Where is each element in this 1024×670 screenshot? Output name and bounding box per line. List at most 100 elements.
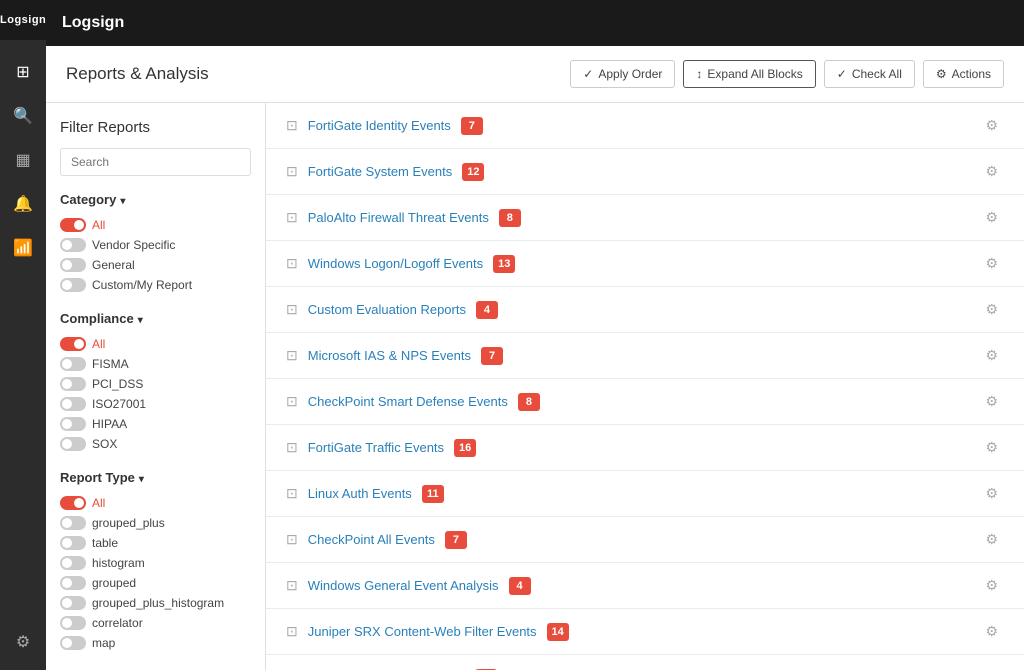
report-count-badge: 13	[493, 255, 515, 273]
report-count-badge: 4	[509, 577, 531, 595]
report-type-grouped-plus-histogram[interactable]: grouped_plus_histogram	[60, 593, 251, 613]
report-count-badge: 11	[422, 485, 444, 503]
report-name[interactable]: CheckPoint All Events	[308, 532, 435, 547]
report-row: ⊡ Windows General Event Analysis 4 ⚙	[266, 563, 1024, 609]
report-type-map[interactable]: map	[60, 633, 251, 653]
report-settings-icon[interactable]: ⚙	[979, 391, 1004, 412]
report-left: ⊡ CheckPoint All Events 7	[286, 531, 467, 549]
search-input[interactable]	[60, 148, 251, 176]
category-vendor-toggle[interactable]	[60, 238, 86, 252]
report-left: ⊡ FortiGate Traffic Events 16	[286, 439, 476, 457]
report-type-gp-toggle[interactable]	[60, 516, 86, 530]
report-type-corr-toggle[interactable]	[60, 616, 86, 630]
report-name[interactable]: Linux Auth Events	[308, 486, 412, 501]
report-settings-icon[interactable]: ⚙	[979, 253, 1004, 274]
report-left: ⊡ Windows Logon/Logoff Events 13	[286, 255, 515, 273]
report-row: ⊡ Custom Evaluation Reports 4 ⚙	[266, 287, 1024, 333]
report-type-grouped[interactable]: grouped	[60, 573, 251, 593]
compliance-hipaa[interactable]: HIPAA	[60, 414, 251, 434]
nav-dashboard[interactable]: ⊞	[5, 54, 41, 90]
report-type-chevron	[139, 470, 144, 485]
nav-alerts[interactable]: 🔔	[5, 186, 41, 222]
compliance-fisma-toggle[interactable]	[60, 357, 86, 371]
compliance-group-title[interactable]: Compliance	[60, 311, 251, 326]
check-all-icon: ✓	[837, 67, 847, 81]
report-type-all[interactable]: All	[60, 493, 251, 513]
report-settings-icon[interactable]: ⚙	[979, 161, 1004, 182]
header-app-name: Logsign	[62, 14, 124, 32]
compliance-sox-toggle[interactable]	[60, 437, 86, 451]
left-navigation: Logsign ⊞ 🔍 ▦ 🔔 📶 ⚙	[0, 0, 46, 670]
report-type-all-toggle[interactable]	[60, 496, 86, 510]
report-type-grouped-toggle[interactable]	[60, 576, 86, 590]
report-name[interactable]: PaloAlto Firewall Threat Events	[308, 210, 489, 225]
report-settings-icon[interactable]: ⚙	[979, 115, 1004, 136]
category-vendor-specific[interactable]: Vendor Specific	[60, 235, 251, 255]
category-custom[interactable]: Custom/My Report	[60, 275, 251, 295]
report-type-correlator[interactable]: correlator	[60, 613, 251, 633]
app-name: Logsign	[0, 14, 46, 26]
nav-settings[interactable]: ⚙	[5, 624, 41, 660]
report-name[interactable]: Juniper SRX Content-Web Filter Events	[308, 624, 537, 639]
report-row: ⊡ Microsoft IAS & NPS Events 7 ⚙	[266, 333, 1024, 379]
report-type-group-title[interactable]: Report Type	[60, 470, 251, 485]
actions-button[interactable]: ⚙ Actions	[923, 60, 1004, 88]
report-settings-icon[interactable]: ⚙	[979, 483, 1004, 504]
apply-order-button[interactable]: ✓ Apply Order	[570, 60, 675, 88]
actions-label: Actions	[952, 67, 991, 81]
category-group-title[interactable]: Category	[60, 192, 251, 207]
report-name[interactable]: Custom Evaluation Reports	[308, 302, 466, 317]
report-name[interactable]: FortiGate Traffic Events	[308, 440, 444, 455]
reports-container: ⊡ FortiGate Identity Events 7 ⚙ ⊡ FortiG…	[266, 103, 1024, 670]
report-settings-icon[interactable]: ⚙	[979, 621, 1004, 642]
compliance-hipaa-toggle[interactable]	[60, 417, 86, 431]
category-general[interactable]: General	[60, 255, 251, 275]
nav-search[interactable]: 🔍	[5, 98, 41, 134]
filter-sidebar: Filter Reports Category All Vendor Speci…	[46, 103, 266, 670]
compliance-pcidss-toggle[interactable]	[60, 377, 86, 391]
compliance-all[interactable]: All	[60, 334, 251, 354]
check-all-button[interactable]: ✓ Check All	[824, 60, 915, 88]
report-name[interactable]: FortiGate Identity Events	[308, 118, 451, 133]
report-settings-icon[interactable]: ⚙	[979, 299, 1004, 320]
report-type-map-toggle[interactable]	[60, 636, 86, 650]
nav-network[interactable]: 📶	[5, 230, 41, 266]
compliance-sox[interactable]: SOX	[60, 434, 251, 454]
compliance-all-toggle[interactable]	[60, 337, 86, 351]
report-count-badge: 4	[476, 301, 498, 319]
report-row: ⊡ Linux Auth Events 11 ⚙	[266, 471, 1024, 517]
category-all[interactable]: All	[60, 215, 251, 235]
report-settings-icon[interactable]: ⚙	[979, 437, 1004, 458]
report-count-badge: 14	[547, 623, 569, 641]
expand-blocks-button[interactable]: ↕ Expand All Blocks	[683, 60, 815, 88]
report-row: ⊡ FortiGate System Events 12 ⚙	[266, 149, 1024, 195]
compliance-pcidss[interactable]: PCI_DSS	[60, 374, 251, 394]
report-name[interactable]: CheckPoint Smart Defense Events	[308, 394, 508, 409]
category-custom-toggle[interactable]	[60, 278, 86, 292]
report-type-gph-toggle[interactable]	[60, 596, 86, 610]
report-settings-icon[interactable]: ⚙	[979, 529, 1004, 550]
report-row: ⊡ PaloAlto Firewall Threat Events 8 ⚙	[266, 195, 1024, 241]
report-type-grouped-plus[interactable]: grouped_plus	[60, 513, 251, 533]
report-row-icon: ⊡	[286, 209, 298, 226]
report-type-histogram[interactable]: histogram	[60, 553, 251, 573]
header-actions: ✓ Apply Order ↕ Expand All Blocks ✓ Chec…	[570, 60, 1004, 88]
compliance-iso27001[interactable]: ISO27001	[60, 394, 251, 414]
report-type-histo-toggle[interactable]	[60, 556, 86, 570]
report-name[interactable]: Windows Logon/Logoff Events	[308, 256, 483, 271]
compliance-iso-toggle[interactable]	[60, 397, 86, 411]
category-general-toggle[interactable]	[60, 258, 86, 272]
report-type-table-toggle[interactable]	[60, 536, 86, 550]
report-count-badge: 8	[499, 209, 521, 227]
report-settings-icon[interactable]: ⚙	[979, 207, 1004, 228]
report-name[interactable]: Windows General Event Analysis	[308, 578, 499, 593]
category-all-toggle[interactable]	[60, 218, 86, 232]
report-name[interactable]: Microsoft IAS & NPS Events	[308, 348, 471, 363]
report-type-table[interactable]: table	[60, 533, 251, 553]
report-settings-icon[interactable]: ⚙	[979, 575, 1004, 596]
report-name[interactable]: FortiGate System Events	[308, 164, 453, 179]
report-row: ⊡ Juniper SRX Content-Web Filter Events …	[266, 609, 1024, 655]
report-settings-icon[interactable]: ⚙	[979, 345, 1004, 366]
compliance-fisma[interactable]: FISMA	[60, 354, 251, 374]
nav-reports[interactable]: ▦	[5, 142, 41, 178]
